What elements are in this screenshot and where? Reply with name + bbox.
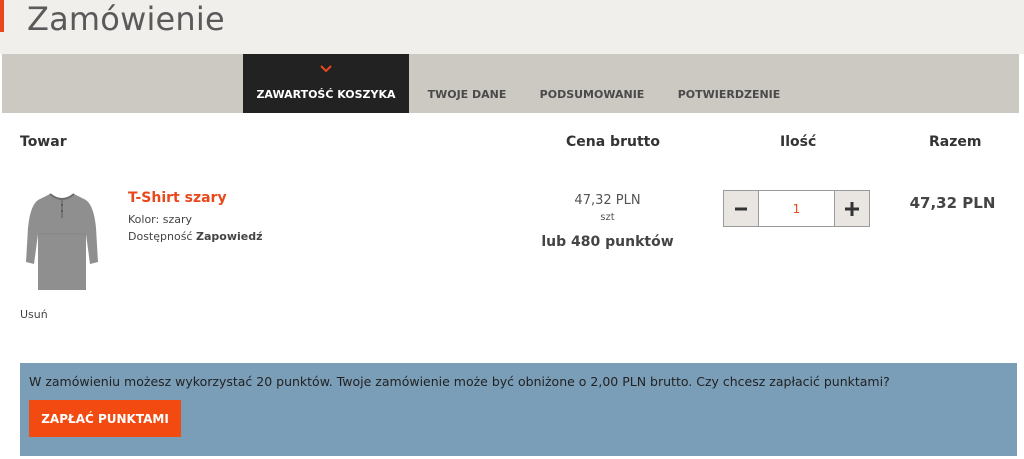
column-header-price: Cena brutto bbox=[566, 134, 660, 150]
step-label: PODSUMOWANIE bbox=[539, 88, 645, 101]
points-offer-message: W zamówieniu możesz wykorzystać 20 punkt… bbox=[29, 374, 890, 389]
step-label: TWOJE DANE bbox=[427, 88, 507, 101]
step-confirmation[interactable]: POTWIERDZENIE bbox=[667, 54, 791, 113]
checkout-steps-bar: ZAWARTOŚĆ KOSZYKA TWOJE DANE PODSUMOWANI… bbox=[2, 54, 1019, 113]
availability-label: Dostępność bbox=[128, 230, 193, 243]
price-unit: szt bbox=[600, 212, 615, 223]
tshirt-image[interactable] bbox=[24, 188, 100, 292]
quantity-stepper: 1 bbox=[723, 190, 870, 227]
step-label: ZAWARTOŚĆ KOSZYKA bbox=[256, 88, 396, 101]
page-title: Zamówienie bbox=[27, 0, 225, 38]
remove-item-link[interactable]: Usuń bbox=[20, 308, 48, 321]
step-cart-contents[interactable]: ZAWARTOŚĆ KOSZYKA bbox=[243, 54, 409, 113]
page-header: Zamówienie bbox=[0, 0, 1024, 54]
decrease-quantity-button[interactable] bbox=[724, 191, 759, 226]
color-label: Kolor: bbox=[128, 213, 160, 226]
product-color: Kolor: szary bbox=[128, 213, 192, 226]
quantity-input[interactable]: 1 bbox=[759, 191, 834, 226]
product-name-link[interactable]: T-Shirt szary bbox=[128, 190, 227, 206]
column-header-quantity: Ilość bbox=[780, 134, 817, 150]
color-value: szary bbox=[162, 213, 192, 226]
line-total: 47,32 PLN bbox=[909, 194, 996, 212]
minus-icon bbox=[735, 207, 747, 210]
points-price: lub 480 punktów bbox=[541, 234, 674, 250]
pay-with-points-button[interactable]: ZAPŁAĆ PUNKTAMI bbox=[29, 400, 181, 437]
step-summary[interactable]: PODSUMOWANIE bbox=[532, 54, 652, 113]
header-accent-bar bbox=[0, 0, 4, 32]
column-header-total: Razem bbox=[929, 134, 982, 150]
increase-quantity-button[interactable] bbox=[834, 191, 869, 226]
availability-value: Zapowiedź bbox=[195, 230, 263, 243]
step-your-data[interactable]: TWOJE DANE bbox=[415, 54, 519, 113]
column-header-product: Towar bbox=[20, 134, 67, 150]
points-offer-box: W zamówieniu możesz wykorzystać 20 punkt… bbox=[20, 363, 1017, 456]
chevron-down-icon bbox=[320, 65, 332, 73]
product-availability: Dostępność Zapowiedź bbox=[128, 230, 262, 243]
step-label: POTWIERDZENIE bbox=[677, 88, 781, 101]
unit-price: 47,32 PLN bbox=[574, 193, 641, 208]
plus-icon bbox=[845, 201, 859, 216]
